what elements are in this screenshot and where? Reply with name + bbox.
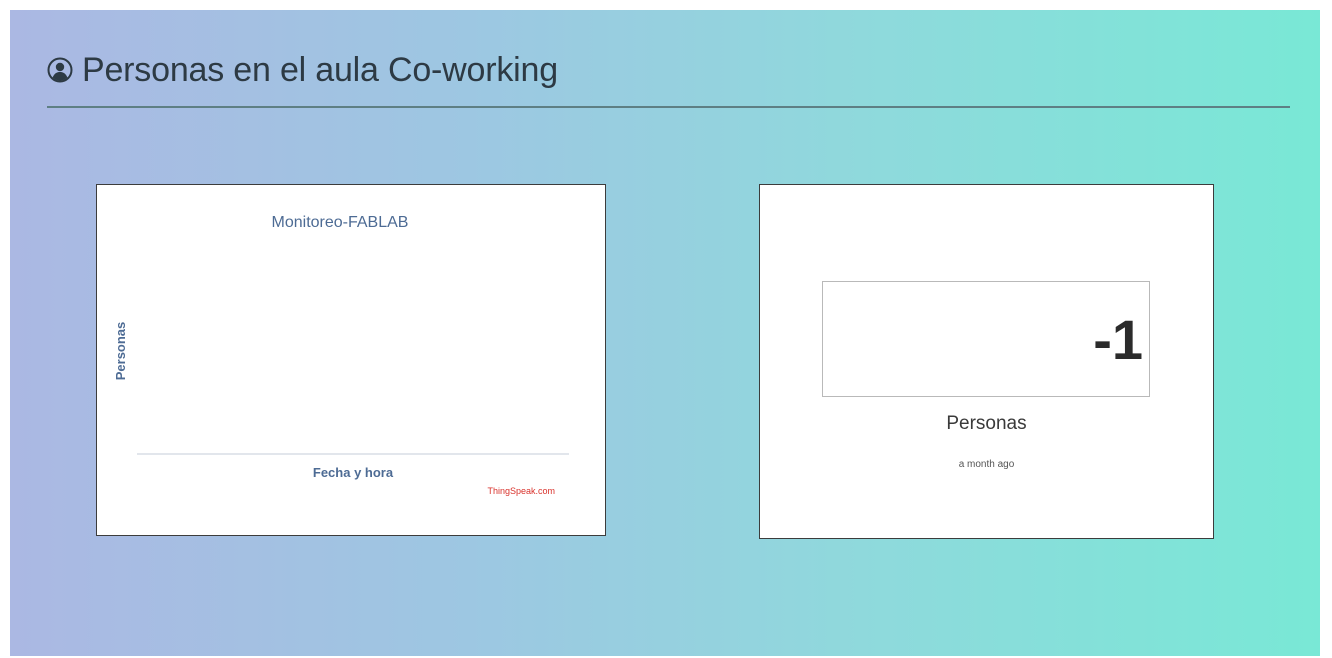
y-axis-label: Personas: [113, 322, 128, 381]
value-label: Personas: [946, 413, 1027, 434]
chart-title: Monitoreo-FABLAB: [272, 214, 409, 231]
user-circle-icon: [47, 57, 73, 83]
last-updated-text: a month ago: [958, 459, 1015, 470]
thingspeak-credit-link[interactable]: ThingSpeak.com: [487, 486, 555, 496]
value-widget: -1 Personas a month ago: [759, 184, 1214, 539]
page-header: Personas en el aula Co-working: [47, 48, 1290, 108]
x-axis-label: Fecha y hora: [313, 465, 394, 480]
value-display-box: -1: [822, 281, 1150, 397]
chart-widget: Monitoreo-FABLAB Personas Fecha y hora T…: [96, 184, 606, 536]
page-title: Personas en el aula Co-working: [82, 51, 558, 89]
dashboard-page: Personas en el aula Co-working Monitoreo…: [10, 10, 1320, 656]
chart-canvas: Monitoreo-FABLAB Personas Fecha y hora T…: [113, 214, 569, 496]
current-value: -1: [1093, 308, 1143, 371]
